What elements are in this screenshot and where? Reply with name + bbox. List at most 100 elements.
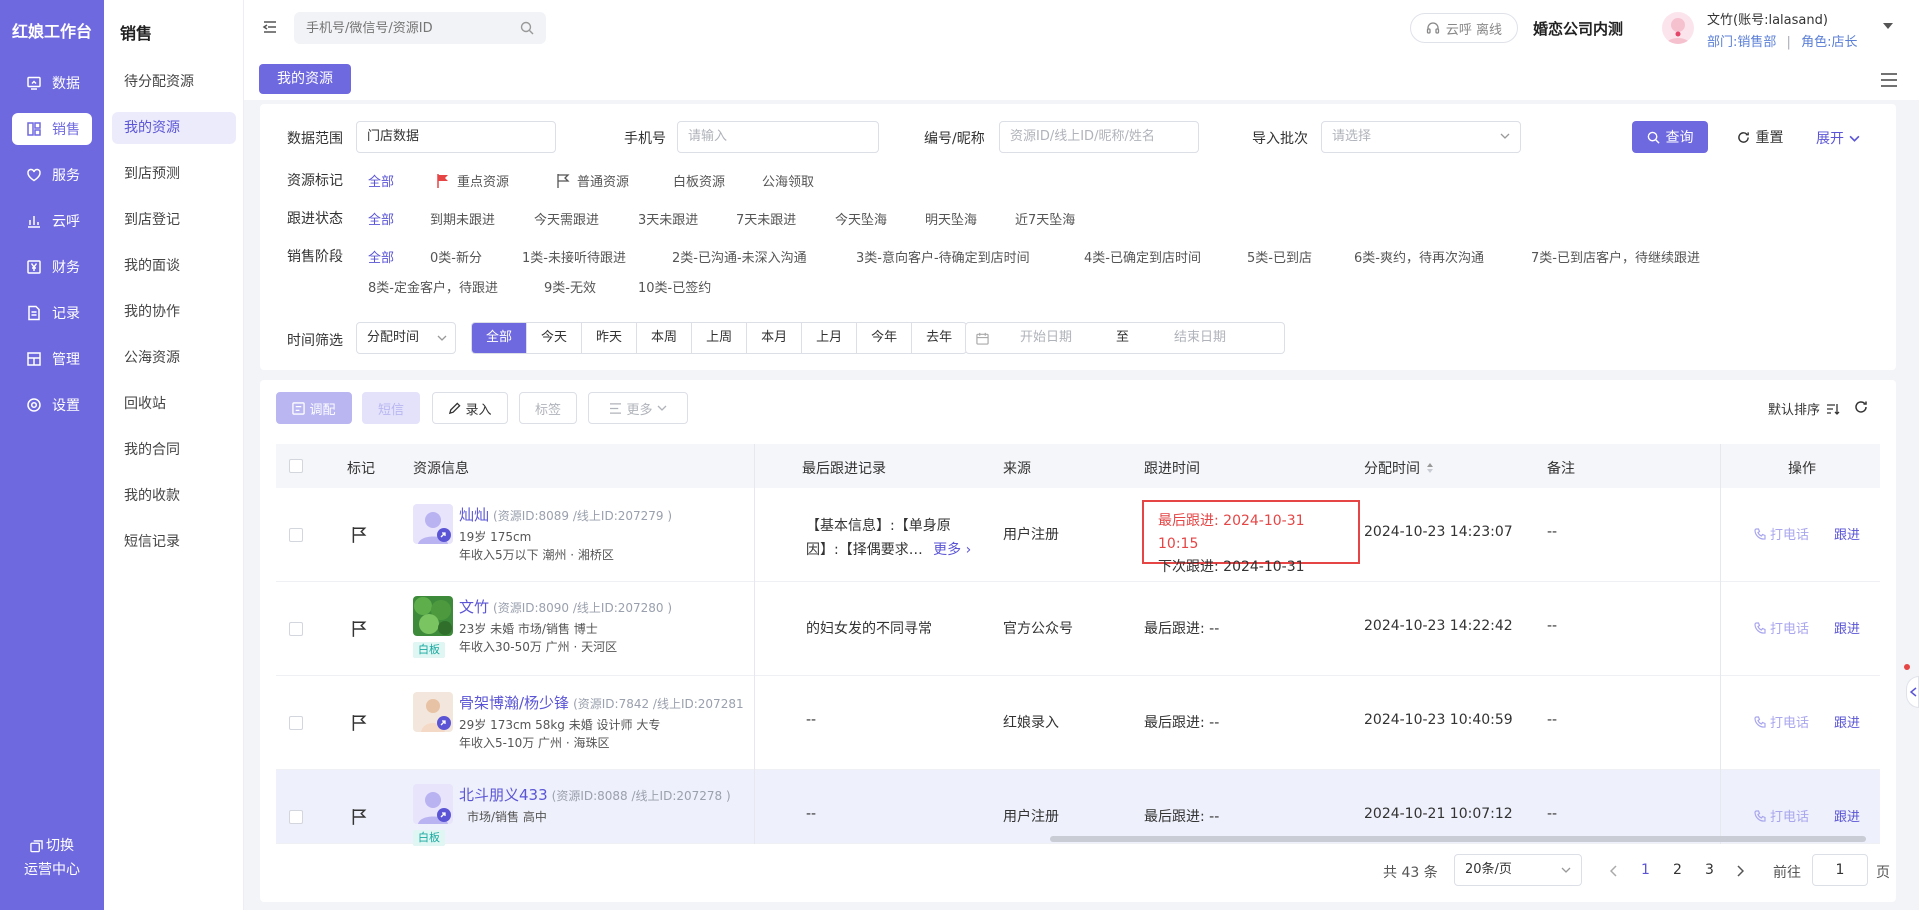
search-input[interactable] <box>306 20 506 36</box>
cloudcall-status-badge[interactable]: 云呼 离线 <box>1410 13 1518 43</box>
select-all-checkbox[interactable] <box>289 459 303 473</box>
collapse-menu-icon[interactable] <box>262 19 278 35</box>
global-search[interactable] <box>294 12 546 44</box>
submenu-item-store-register[interactable]: 到店登记 <box>112 204 236 236</box>
end-date-placeholder[interactable]: 结束日期 <box>1174 323 1226 353</box>
submenu-item-recycle[interactable]: 回收站 <box>112 388 236 420</box>
tag-option-key[interactable]: 重点资源 <box>435 171 509 190</box>
resource-name-link[interactable]: 文竹 (资源ID:8090 /线上ID:207280 ) <box>459 596 672 617</box>
phone-input[interactable]: 请输入 <box>677 121 879 153</box>
stage-option[interactable]: 1类-未接听待跟进 <box>522 247 626 266</box>
period-option[interactable]: 今天 <box>527 323 583 353</box>
start-date-placeholder[interactable]: 开始日期 <box>1020 323 1072 353</box>
avatar[interactable] <box>413 692 453 732</box>
stage-option[interactable]: 8类-定金客户，待跟进 <box>368 277 498 296</box>
period-option[interactable]: 昨天 <box>582 323 638 353</box>
submenu-item-store-forecast[interactable]: 到店预测 <box>112 158 236 190</box>
search-icon[interactable] <box>520 21 534 35</box>
follow-option[interactable]: 今天坠海 <box>835 209 887 228</box>
enter-button[interactable]: 录入 <box>432 392 508 424</box>
tag-option-normal[interactable]: 普通资源 <box>555 171 629 190</box>
follow-button[interactable]: 跟进 <box>1834 806 1860 825</box>
sort-button[interactable]: 默认排序 <box>1768 399 1840 418</box>
stage-option[interactable]: 2类-已沟通-未深入沟通 <box>672 247 807 266</box>
nav-item-manage[interactable]: 管理 <box>12 343 92 375</box>
submenu-item-payments[interactable]: 我的收款 <box>112 480 236 512</box>
page-size-select[interactable]: 20条/页 <box>1454 854 1582 886</box>
resource-name-link[interactable]: 骨架博瀚/杨少锋 (资源ID:7842 /线上ID:207281 <box>459 692 744 713</box>
period-option[interactable]: 去年 <box>912 323 966 353</box>
nav-item-cloudcall[interactable]: 云呼 <box>12 205 92 237</box>
follow-option[interactable]: 全部 <box>368 209 394 228</box>
submenu-item-collab[interactable]: 我的协作 <box>112 296 236 328</box>
submenu-item-interviews[interactable]: 我的面谈 <box>112 250 236 282</box>
side-drawer-toggle[interactable] <box>1906 676 1919 708</box>
scope-select[interactable]: 门店数据 <box>356 121 556 153</box>
call-button[interactable]: 打电话 <box>1754 524 1809 543</box>
date-range-picker[interactable]: 开始日期 至 结束日期 <box>965 322 1285 354</box>
more-link[interactable]: 更多 › <box>933 542 971 558</box>
nav-item-sales[interactable]: 销售 <box>12 113 92 145</box>
avatar[interactable] <box>413 504 453 544</box>
nav-item-service[interactable]: 服务 <box>12 159 92 191</box>
expand-button[interactable]: 展开 <box>1816 128 1860 148</box>
row-checkbox[interactable] <box>289 810 303 824</box>
user-menu-caret-icon[interactable] <box>1882 22 1894 30</box>
flag-outline-icon[interactable] <box>350 808 368 826</box>
stage-option[interactable]: 4类-已确定到店时间 <box>1084 247 1201 266</box>
stage-option[interactable]: 6类-爽约，待再次沟通 <box>1354 247 1484 266</box>
avatar[interactable] <box>413 784 453 824</box>
nav-item-data[interactable]: 数据 <box>12 67 92 99</box>
stage-option[interactable]: 10类-已签约 <box>638 277 711 296</box>
stage-option[interactable]: 9类-无效 <box>544 277 596 296</box>
tag-option-all[interactable]: 全部 <box>368 171 394 190</box>
row-checkbox[interactable] <box>289 528 303 542</box>
submenu-item-my-resources[interactable]: 我的资源 <box>112 112 236 144</box>
nav-item-finance[interactable]: 财务 <box>12 251 92 283</box>
avatar[interactable] <box>1662 12 1694 44</box>
follow-option[interactable]: 3天未跟进 <box>638 209 698 228</box>
next-page-icon[interactable] <box>1736 865 1744 877</box>
stage-option[interactable]: 0类-新分 <box>430 247 482 266</box>
column-header-assign-time[interactable]: 分配时间 <box>1364 458 1434 478</box>
period-option[interactable]: 本月 <box>747 323 803 353</box>
follow-option[interactable]: 今天需跟进 <box>534 209 599 228</box>
period-option[interactable]: 本周 <box>637 323 693 353</box>
tag-option-blank[interactable]: 白板资源 <box>673 171 725 190</box>
tag-option-pool[interactable]: 公海领取 <box>762 171 814 190</box>
submenu-item-unassigned[interactable]: 待分配资源 <box>112 66 236 98</box>
call-button[interactable]: 打电话 <box>1754 806 1809 825</box>
query-button[interactable]: 查询 <box>1632 121 1708 153</box>
table-row[interactable]: 灿灿 (资源ID:8089 /线上ID:207279 ) 19岁 175cm 年收… <box>276 488 1880 598</box>
refresh-icon[interactable] <box>1854 400 1868 414</box>
prev-page-icon[interactable] <box>1610 865 1618 877</box>
avatar[interactable] <box>413 596 453 636</box>
list-menu-icon[interactable] <box>1880 72 1898 88</box>
call-button[interactable]: 打电话 <box>1754 618 1809 637</box>
flag-outline-icon[interactable] <box>350 714 368 732</box>
assign-button[interactable]: 调配 <box>276 392 352 424</box>
period-option[interactable]: 今年 <box>857 323 913 353</box>
stage-option[interactable]: 全部 <box>368 247 394 266</box>
follow-button[interactable]: 跟进 <box>1834 712 1860 731</box>
resource-name-link[interactable]: 灿灿 (资源ID:8089 /线上ID:207279 ) <box>459 504 672 525</box>
stage-option[interactable]: 3类-意向客户-待确定到店时间 <box>856 247 1030 266</box>
nav-item-settings[interactable]: 设置 <box>12 389 92 421</box>
follow-option[interactable]: 明天坠海 <box>925 209 977 228</box>
sms-button[interactable]: 短信 <box>362 392 420 424</box>
more-button[interactable]: 更多 <box>588 392 688 424</box>
time-type-select[interactable]: 分配时间 <box>356 322 456 354</box>
table-row[interactable]: 白板 文竹 (资源ID:8090 /线上ID:207280 ) 23岁 未婚 市场… <box>276 582 1880 676</box>
label-button[interactable]: 标签 <box>519 392 577 424</box>
flag-outline-icon[interactable] <box>350 620 368 638</box>
page-3[interactable]: 3 <box>1705 862 1714 878</box>
submenu-item-sms-records[interactable]: 短信记录 <box>112 526 236 558</box>
page-1[interactable]: 1 <box>1641 862 1650 878</box>
page-2[interactable]: 2 <box>1673 862 1682 878</box>
period-option[interactable]: 上周 <box>692 323 748 353</box>
table-row[interactable]: 骨架博瀚/杨少锋 (资源ID:7842 /线上ID:207281 29岁 173c… <box>276 676 1880 770</box>
horizontal-scrollbar[interactable] <box>1050 836 1866 842</box>
switch-center-button[interactable]: 切换 运营中心 <box>0 834 104 882</box>
flag-outline-icon[interactable] <box>350 526 368 544</box>
follow-button[interactable]: 跟进 <box>1834 618 1860 637</box>
